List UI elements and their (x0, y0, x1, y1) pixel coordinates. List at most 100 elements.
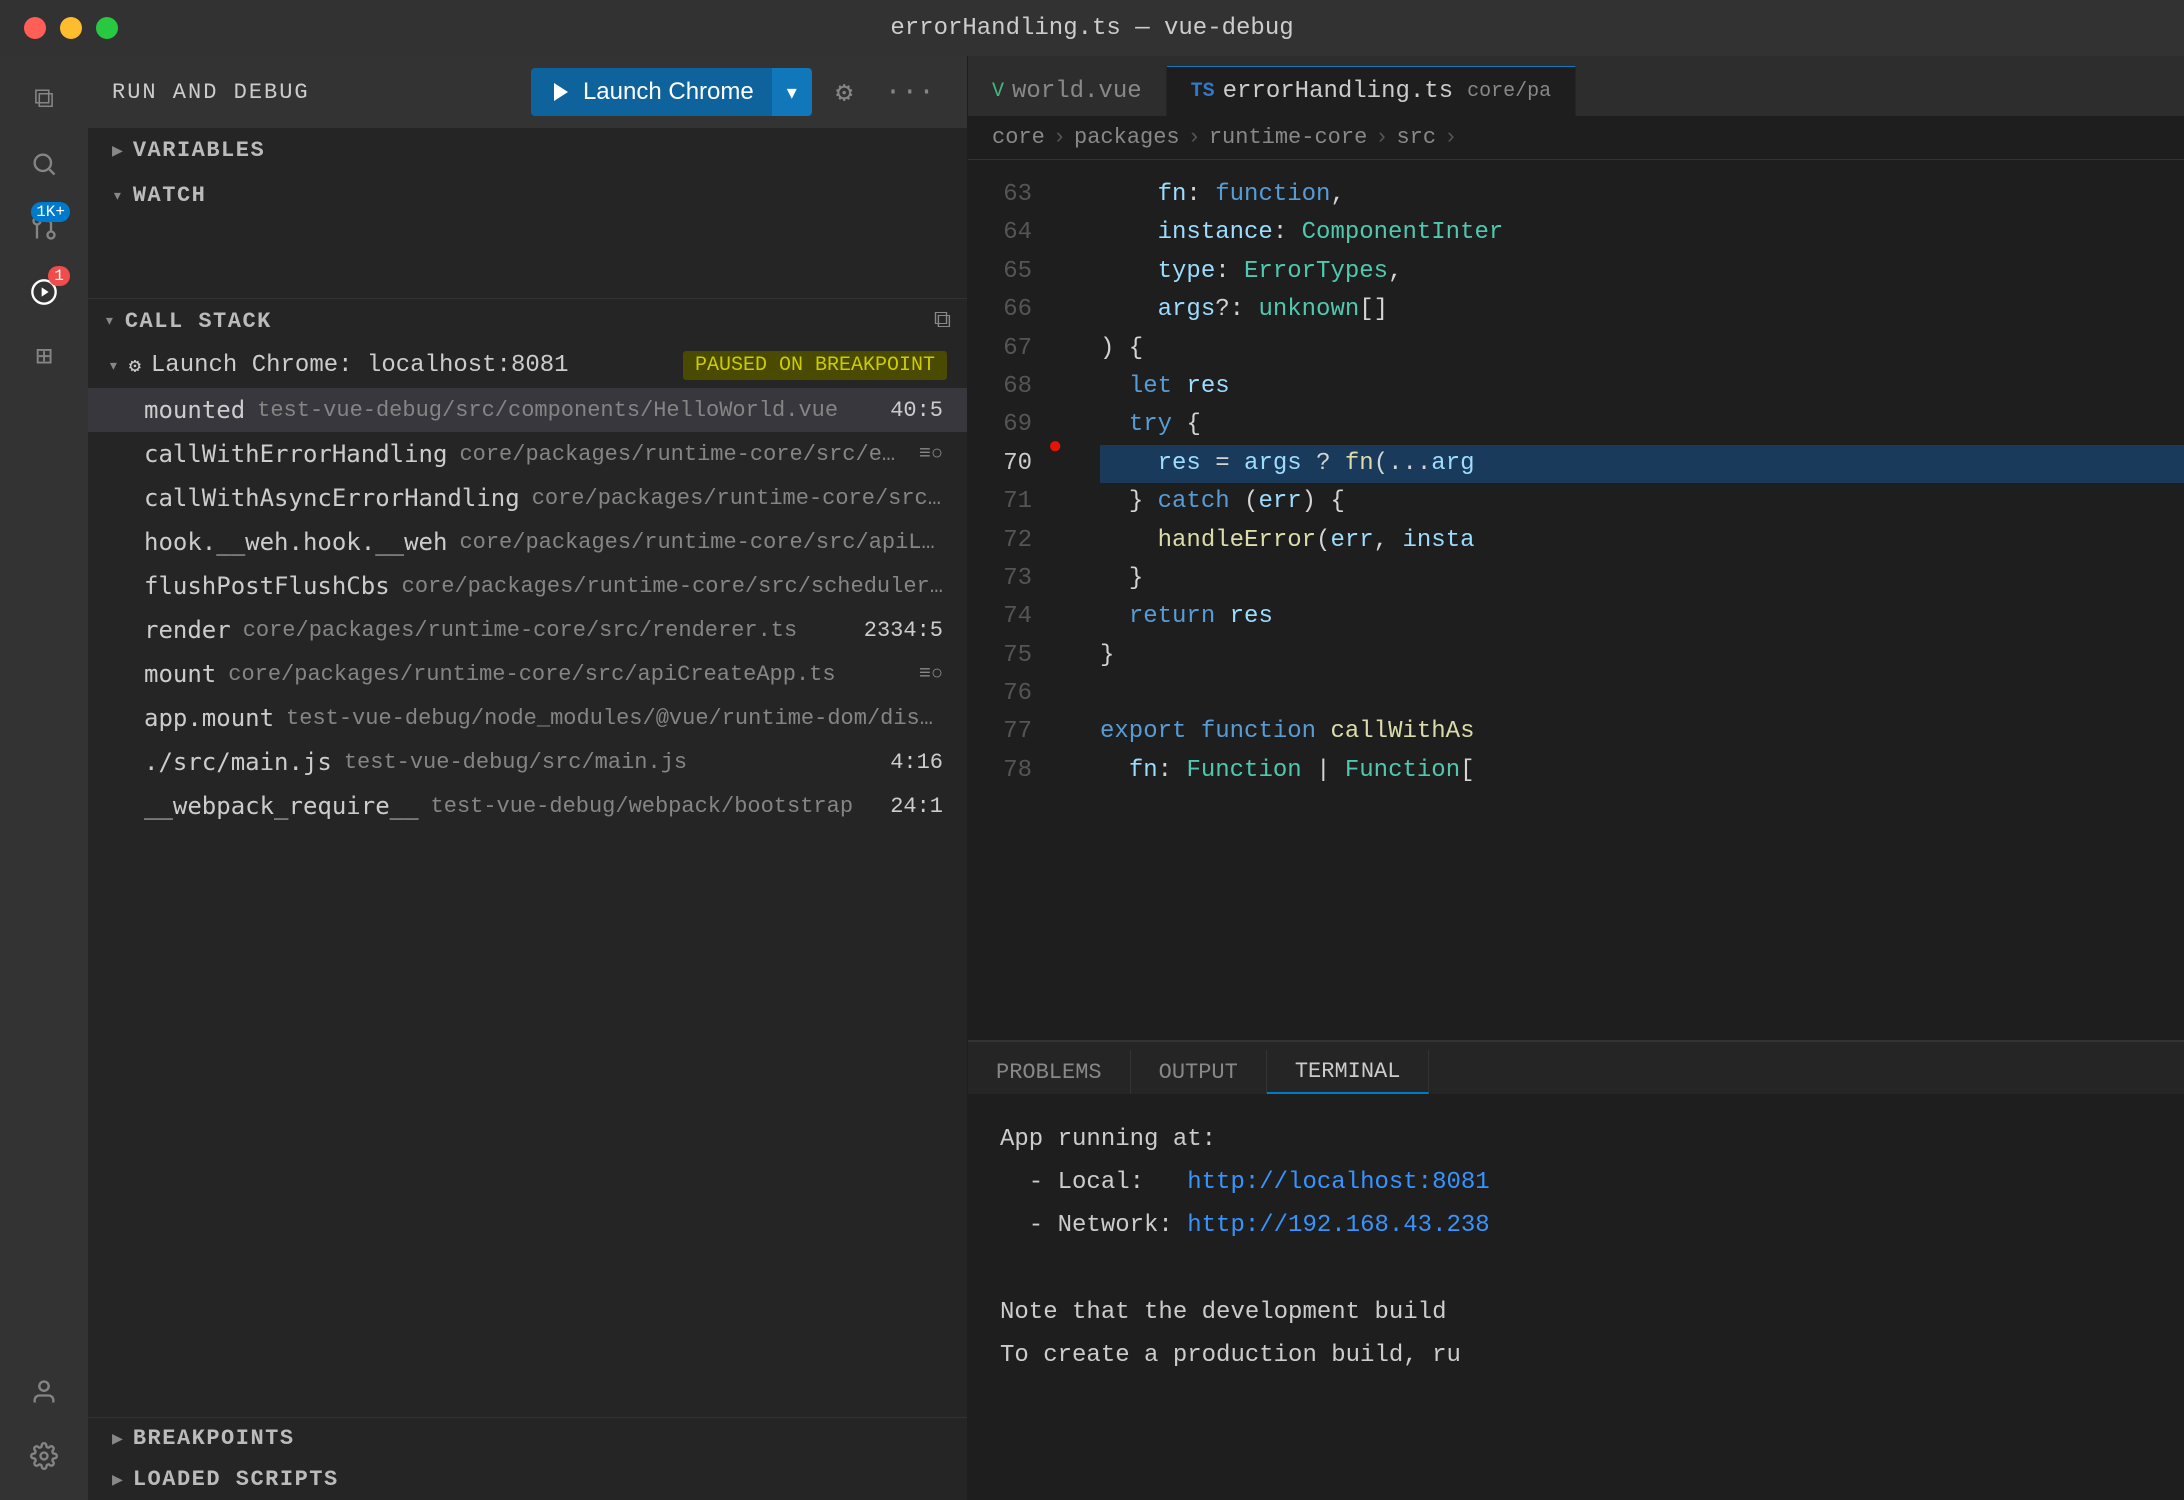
terminal-line-6: To create a production build, ru (1000, 1334, 2152, 1377)
call-stack-title: CALL STACK (125, 309, 272, 334)
variables-section-header[interactable]: ▶ VARIABLES (88, 128, 967, 173)
code-line-67: ) { (1100, 330, 2184, 368)
stack-item-callWithAsyncErrorHandling[interactable]: callWithAsyncErrorHandling core/packages… (88, 476, 967, 520)
debug-more-icon[interactable]: ··· (877, 69, 943, 116)
variables-chevron-icon: ▶ (112, 140, 123, 162)
breadcrumb-runtime-core[interactable]: runtime-core (1209, 125, 1367, 150)
ts-file-icon: TS (1191, 80, 1215, 103)
breakpoints-chevron-icon: ▶ (112, 1428, 123, 1450)
stack-item-mounted[interactable]: mounted test-vue-debug/src/components/He… (88, 388, 967, 432)
panel-header: RUN AND DEBUG Launch Chrome ▾ ⚙ ··· (88, 56, 967, 128)
stack-item-render[interactable]: render core/packages/runtime-core/src/re… (88, 608, 967, 652)
breadcrumb-core[interactable]: core (992, 125, 1045, 150)
tab-output[interactable]: OUTPUT (1131, 1050, 1267, 1094)
network-url[interactable]: http://192.168.43.238 (1187, 1212, 1489, 1239)
debug-run-icon[interactable]: 1 (16, 264, 72, 320)
terminal-line-2: - Local: http://localhost:8081 (1000, 1161, 2152, 1204)
call-stack-group[interactable]: ▾ ⚙ Launch Chrome: localhost:8081 PAUSED… (88, 343, 967, 388)
stack-item-mount[interactable]: mount core/packages/runtime-core/src/api… (88, 652, 967, 696)
bottom-panel: PROBLEMS OUTPUT TERMINAL App running at:… (968, 1040, 2184, 1500)
minimize-button[interactable] (60, 17, 82, 39)
code-line-70: res = args ? fn(...arg (1100, 445, 2184, 483)
code-line-77: export function callWithAs (1100, 713, 2184, 751)
close-button[interactable] (24, 17, 46, 39)
code-line-75: } (1100, 637, 2184, 675)
launch-dropdown-button[interactable]: ▾ (772, 68, 812, 116)
code-line-69: try { (1100, 406, 2184, 444)
window-title: errorHandling.ts — vue-debug (890, 15, 1293, 42)
breakpoints-section-header[interactable]: ▶ BREAKPOINTS (88, 1418, 967, 1459)
watch-chevron-icon: ▾ (112, 185, 123, 207)
terminal-line-3: - Network: http://192.168.43.238 (1000, 1204, 2152, 1247)
code-line-76 (1100, 675, 2184, 713)
tab-error-handling-label: errorHandling.ts (1223, 78, 1453, 105)
group-debug-icon: ⚙ (129, 353, 141, 379)
code-line-73: } (1100, 560, 2184, 598)
source-control-badge: 1K+ (31, 202, 70, 222)
local-url[interactable]: http://localhost:8081 (1187, 1169, 1489, 1196)
group-name: Launch Chrome: localhost:8081 (151, 352, 569, 379)
line-numbers: 63 64 65 66 67 68 69 70 71 72 73 74 75 7… (968, 160, 1048, 806)
window-controls[interactable] (24, 17, 118, 39)
code-line-64: instance: ComponentInter (1100, 214, 2184, 252)
watch-title: WATCH (133, 183, 207, 208)
group-chevron-icon: ▾ (108, 355, 119, 377)
account-icon[interactable] (16, 1364, 72, 1420)
code-line-63: fn: function, (1100, 176, 2184, 214)
code-line-71: } catch (err) { (1100, 483, 2184, 521)
terminal-text: App running at: - Local: http://localhos… (1000, 1118, 2152, 1377)
stack-item-callWithErrorHandling[interactable]: callWithErrorHandling core/packages/runt… (88, 432, 967, 476)
breadcrumb-src[interactable]: src (1396, 125, 1436, 150)
tab-world-vue[interactable]: V world.vue (968, 66, 1167, 116)
code-content: . . . . . . . ● fn: funct (1048, 160, 2184, 806)
loaded-scripts-section-header[interactable]: ▶ LOADED SCRIPTS (88, 1459, 967, 1500)
editor-tabs: V world.vue TS errorHandling.ts core/pa (968, 56, 2184, 116)
activity-bar: ⧉ 1K+ 1 ⊞ (0, 56, 88, 1500)
call-stack-chevron-icon: ▾ (104, 310, 115, 332)
bottom-panel-tabs: PROBLEMS OUTPUT TERMINAL (968, 1042, 2184, 1094)
code-line-74: return res (1100, 598, 2184, 636)
code-line-78: fn: Function | Function[ (1100, 752, 2184, 790)
extensions-icon[interactable]: ⊞ (16, 328, 72, 384)
code-line-68: let res (1100, 368, 2184, 406)
source-control-icon[interactable]: 1K+ (16, 200, 72, 256)
copy-call-stack-icon[interactable]: ⧉ (934, 307, 951, 335)
call-stack-header: ▾ CALL STACK ⧉ (88, 298, 967, 343)
terminal-line-4 (1000, 1248, 2152, 1291)
activity-bottom (16, 1364, 72, 1500)
maximize-button[interactable] (96, 17, 118, 39)
code-line-72: handleError(err, insta (1100, 522, 2184, 560)
mount-source-icon: ≡○ (919, 663, 943, 686)
launch-chrome-button[interactable]: Launch Chrome (531, 68, 772, 116)
titlebar: errorHandling.ts — vue-debug (0, 0, 2184, 56)
stack-item-hook-weh[interactable]: hook.__weh.hook.__weh core/packages/runt… (88, 520, 967, 564)
settings-gear-icon[interactable] (16, 1428, 72, 1484)
stack-item-app-mount[interactable]: app.mount test-vue-debug/node_modules/@v… (88, 696, 967, 740)
watch-body (88, 218, 967, 298)
search-icon[interactable] (16, 136, 72, 192)
tab-error-handling-ts[interactable]: TS errorHandling.ts core/pa (1167, 66, 1576, 116)
stack-item-main-js[interactable]: ./src/main.js test-vue-debug/src/main.js… (88, 740, 967, 784)
loaded-scripts-chevron-icon: ▶ (112, 1469, 123, 1491)
stack-item-flushPostFlushCbs[interactable]: flushPostFlushCbs core/packages/runtime-… (88, 564, 967, 608)
loaded-scripts-title: LOADED SCRIPTS (133, 1467, 339, 1492)
watch-section-header[interactable]: ▾ WATCH (88, 173, 967, 218)
terminal-line-1: App running at: (1000, 1118, 2152, 1161)
stack-item-webpack-require[interactable]: __webpack_require__ test-vue-debug/webpa… (88, 784, 967, 828)
terminal-content: App running at: - Local: http://localhos… (968, 1094, 2184, 1500)
debug-settings-icon[interactable]: ⚙ (828, 67, 861, 118)
paused-badge: PAUSED ON BREAKPOINT (683, 351, 947, 380)
code-line-65: type: ErrorTypes, (1100, 253, 2184, 291)
tab-terminal[interactable]: TERMINAL (1267, 1050, 1430, 1094)
stack-item-source-icon: ≡○ (919, 443, 943, 466)
breadcrumb: core › packages › runtime-core › src › (968, 116, 2184, 160)
breadcrumb-packages[interactable]: packages (1074, 125, 1180, 150)
tab-problems[interactable]: PROBLEMS (968, 1050, 1131, 1094)
vue-file-icon: V (992, 80, 1004, 103)
panel-title: RUN AND DEBUG (112, 80, 515, 105)
bottom-sections: ▶ BREAKPOINTS ▶ LOADED SCRIPTS (88, 1417, 967, 1500)
explorer-icon[interactable]: ⧉ (16, 72, 72, 128)
call-stack-body: ▾ ⚙ Launch Chrome: localhost:8081 PAUSED… (88, 343, 967, 1417)
code-line-66: args?: unknown[] (1100, 291, 2184, 329)
terminal-line-5: Note that the development build (1000, 1291, 2152, 1334)
